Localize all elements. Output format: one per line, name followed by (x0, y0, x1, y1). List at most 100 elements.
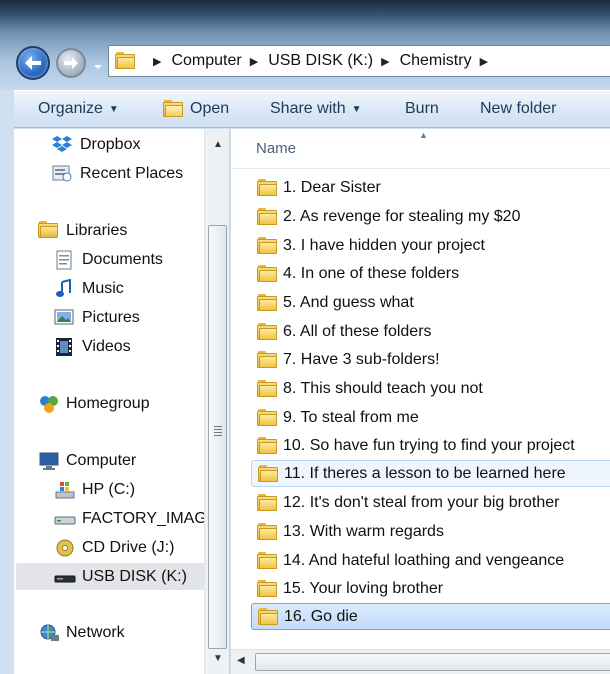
nav-item-factory-image[interactable]: FACTORY_IMAGI (54, 507, 211, 531)
folder-item-selected[interactable]: 16. Go die (251, 603, 610, 630)
folder-icon (257, 579, 277, 598)
folder-item[interactable]: 5. And guess what (251, 289, 610, 316)
organize-button[interactable]: Organize ▼ (38, 100, 119, 118)
title-bar: ▶ Computer ▶ USB DISK (K:) ▶ Chemistry ▶ (0, 0, 610, 90)
breadcrumb-chemistry[interactable]: Chemistry (400, 52, 472, 70)
back-button[interactable] (16, 46, 50, 80)
documents-icon (54, 250, 76, 270)
folder-name: 9. To steal from me (283, 408, 419, 426)
nav-item-recent-places[interactable]: Recent Places (52, 162, 183, 186)
nav-item-pictures[interactable]: Pictures (54, 306, 140, 330)
open-label: Open (190, 100, 230, 117)
nav-item-music[interactable]: Music (54, 277, 124, 301)
folder-icon (257, 379, 277, 398)
nav-label: Music (82, 280, 124, 297)
folder-name: 12. It's don't steal from your big broth… (283, 493, 560, 511)
nav-item-usb-disk[interactable]: USB DISK (K:) (16, 563, 204, 590)
folder-item[interactable]: 14. And hateful loathing and vengeance (251, 547, 610, 574)
nav-item-cd-drive[interactable]: CD Drive (J:) (54, 536, 174, 560)
chevron-right-icon[interactable]: ▶ (381, 55, 389, 68)
scroll-up-icon[interactable]: ▲ (213, 139, 223, 150)
organize-label: Organize (38, 100, 103, 117)
arrow-left-icon (25, 56, 41, 70)
chevron-right-icon[interactable]: ▶ (480, 55, 488, 68)
chevron-down-icon (94, 65, 102, 69)
windows-drive-icon (54, 480, 76, 500)
burn-label: Burn (405, 100, 439, 117)
folder-item[interactable]: 3. I have hidden your project (251, 232, 610, 259)
scroll-thumb[interactable] (255, 653, 610, 671)
folder-icon (258, 607, 278, 626)
folder-icon (257, 322, 277, 341)
new-folder-button[interactable]: New folder (480, 100, 556, 118)
column-name-header[interactable]: Name (256, 140, 296, 157)
folder-icon (257, 551, 277, 570)
folder-item[interactable]: 9. To steal from me (251, 404, 610, 431)
computer-icon (38, 451, 60, 471)
nav-label: Documents (82, 251, 163, 268)
folder-item[interactable]: 6. All of these folders (251, 318, 610, 345)
nav-item-videos[interactable]: Videos (54, 335, 131, 359)
folder-name: 5. And guess what (283, 293, 414, 311)
nav-item-documents[interactable]: Documents (54, 248, 163, 272)
folder-name: 8. This should teach you not (283, 379, 483, 397)
recent-pages-dropdown[interactable] (92, 58, 104, 70)
breadcrumb-computer[interactable]: Computer (171, 52, 241, 70)
breadcrumb-usb-disk[interactable]: USB DISK (K:) (268, 52, 373, 70)
horizontal-scrollbar[interactable]: ◀ (231, 649, 610, 674)
nav-label: Pictures (82, 309, 140, 326)
chevron-right-icon[interactable]: ▶ (250, 55, 258, 68)
nav-item-hp-c[interactable]: HP (C:) (54, 478, 135, 502)
folder-item[interactable]: 2. As revenge for stealing my $20 (251, 203, 610, 230)
folder-item[interactable]: 7. Have 3 sub-folders! (251, 346, 610, 373)
nav-item-computer[interactable]: Computer (38, 449, 136, 473)
new-folder-label: New folder (480, 100, 557, 117)
folder-name: 4. In one of these folders (283, 264, 460, 282)
folder-icon (257, 178, 277, 197)
nav-item-homegroup[interactable]: Homegroup (38, 392, 150, 416)
burn-button[interactable]: Burn (405, 100, 439, 118)
scroll-thumb[interactable] (208, 225, 227, 649)
music-icon (54, 278, 76, 299)
folder-icon (257, 264, 277, 283)
forward-button[interactable] (56, 48, 86, 78)
folder-item[interactable]: 1. Dear Sister (251, 174, 610, 201)
folder-name: 6. All of these folders (283, 322, 432, 340)
share-with-label: Share with (270, 100, 346, 117)
usb-drive-icon (54, 567, 76, 587)
folder-item[interactable]: 13. With warm regards (251, 518, 610, 545)
open-folder-icon (163, 100, 185, 118)
folder-name: 11. If theres a lesson to be learned her… (284, 464, 566, 482)
nav-scrollbar[interactable]: ▲ ▼ (204, 129, 229, 674)
chevron-right-icon[interactable]: ▶ (153, 55, 161, 68)
folder-item-hovered[interactable]: 11. If theres a lesson to be learned her… (251, 460, 610, 487)
libraries-icon (38, 221, 60, 241)
nav-label: Videos (82, 338, 131, 355)
share-with-button[interactable]: Share with ▼ (270, 100, 362, 118)
nav-item-libraries[interactable]: Libraries (38, 219, 127, 243)
folder-item[interactable]: 15. Your loving brother (251, 575, 610, 602)
nav-item-dropbox[interactable]: Dropbox (52, 133, 140, 157)
folder-name: 14. And hateful loathing and vengeance (283, 551, 565, 569)
open-button[interactable]: Open (163, 100, 229, 118)
folder-icon (257, 350, 277, 369)
folder-name: 13. With warm regards (283, 522, 444, 540)
nav-label: Libraries (66, 222, 128, 239)
address-bar[interactable]: ▶ Computer ▶ USB DISK (K:) ▶ Chemistry ▶ (108, 45, 610, 77)
nav-label: Homegroup (66, 395, 150, 412)
folder-icon (257, 207, 277, 226)
scroll-left-icon[interactable]: ◀ (237, 655, 245, 666)
folder-item[interactable]: 12. It's don't steal from your big broth… (251, 489, 610, 516)
grip-icon (214, 426, 222, 436)
folder-name: 10. So have fun trying to find your proj… (283, 436, 575, 454)
cd-drive-icon (54, 538, 76, 558)
folder-item[interactable]: 4. In one of these folders (251, 260, 610, 287)
nav-label: HP (C:) (82, 481, 136, 498)
folder-item[interactable]: 8. This should teach you not (251, 375, 610, 402)
scroll-down-icon[interactable]: ▼ (213, 653, 223, 664)
nav-item-network[interactable]: Network (38, 621, 125, 645)
folder-item[interactable]: 10. So have fun trying to find your proj… (251, 432, 610, 459)
homegroup-icon (38, 394, 60, 414)
arrow-right-icon (64, 57, 78, 69)
folder-name: 1. Dear Sister (283, 178, 381, 196)
